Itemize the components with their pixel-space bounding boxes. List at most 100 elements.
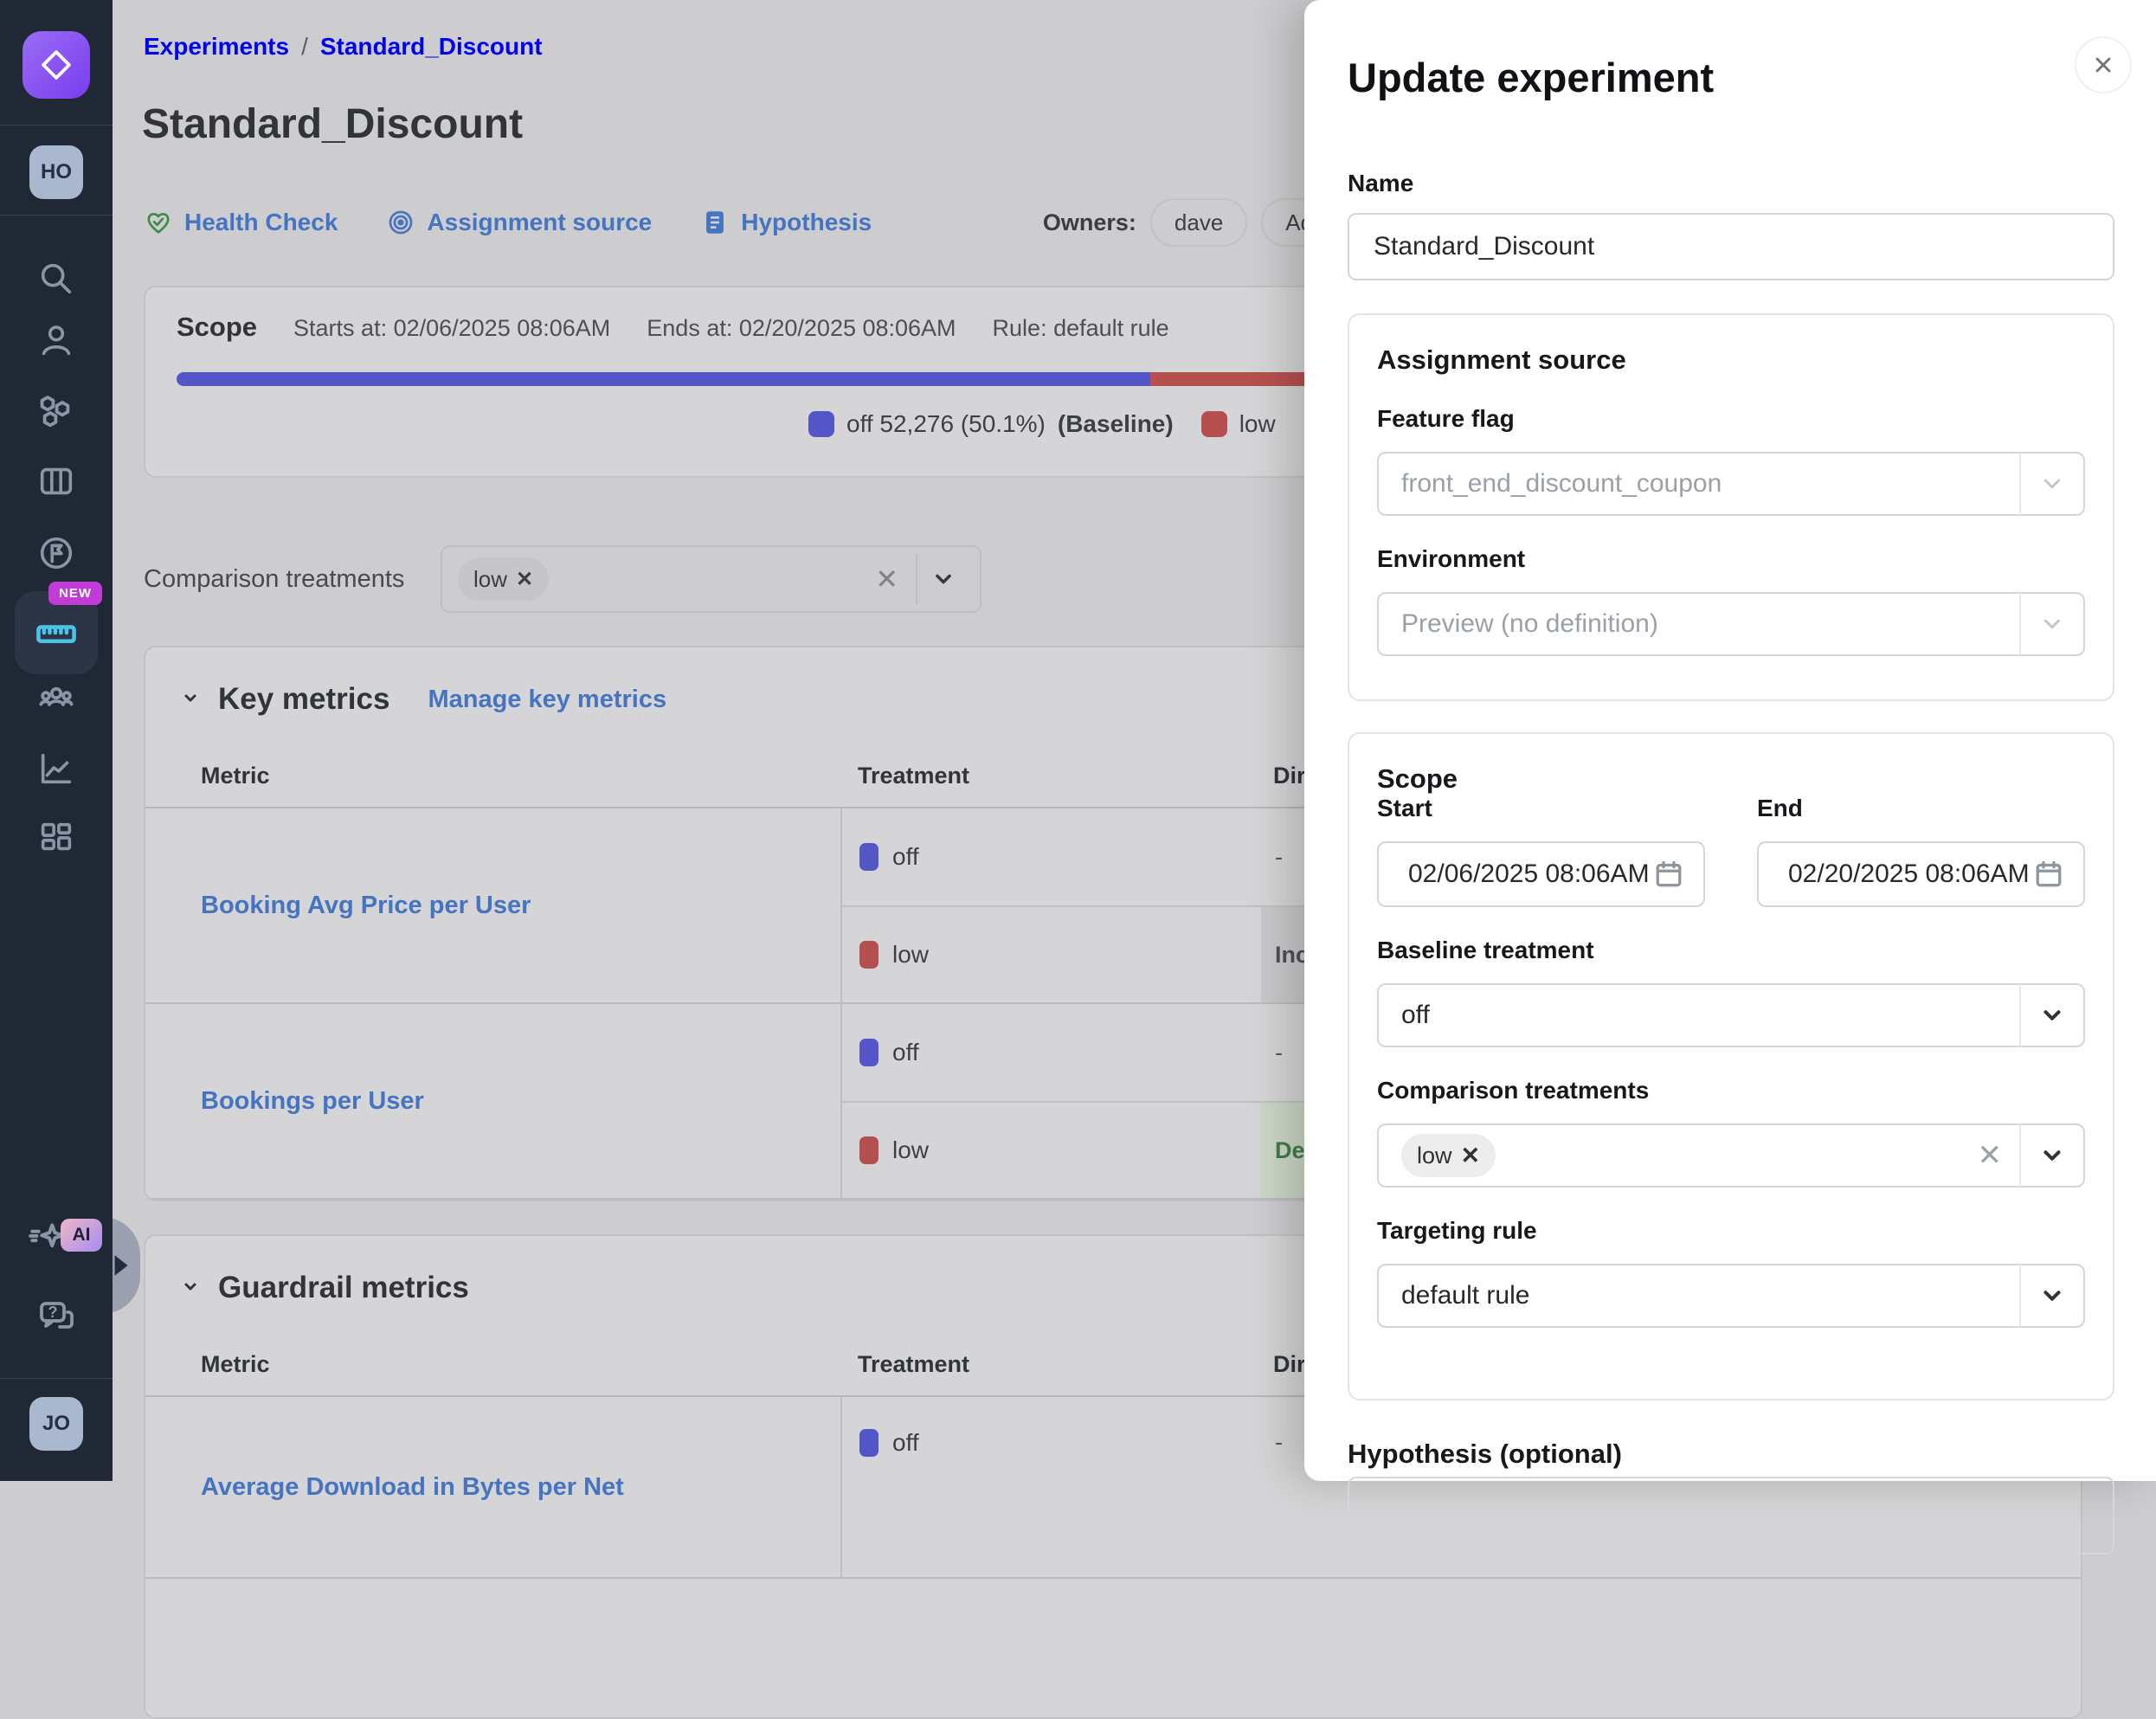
chevron-down-icon[interactable] [2021,1002,2083,1028]
assignment-source-section: Assignment source Feature flag front_end… [1348,313,2114,701]
scope-title: Scope [177,312,257,343]
ai-badge: AI [61,1219,102,1252]
calendar-icon [2033,859,2064,890]
treatment-swatch-off [859,843,878,871]
treatment-chip-low[interactable]: low ✕ [458,557,549,601]
flag-icon[interactable] [35,531,78,575]
sidebar-divider [0,215,113,216]
sidebar-divider [0,125,113,126]
chevron-down-icon[interactable] [2021,471,2083,497]
panel-title: Update experiment [1348,54,1714,101]
hypothesis-input[interactable] [1348,1477,2114,1555]
chip-label: low [1417,1143,1452,1169]
bar-segment-off [177,372,1150,386]
metric-link[interactable]: Average Download in Bytes per Net [201,1473,624,1502]
health-check-link[interactable]: Health Check [144,208,338,237]
chevron-down-icon[interactable] [923,567,964,591]
comparison-treatments-label: Comparison treatments [144,565,441,594]
metric-link[interactable]: Bookings per User [201,1087,424,1116]
manage-key-metrics-link[interactable]: Manage key metrics [428,686,666,714]
environment-select[interactable]: Preview (no definition) [1377,592,2085,656]
start-label: Start [1377,795,1705,822]
col-treatment: Treatment [840,1351,1259,1378]
legend-baseline-tag: (Baseline) [1058,410,1174,438]
chevron-down-icon[interactable] [2021,1283,2083,1309]
chevron-down-icon[interactable] [2021,611,2083,637]
app-logo[interactable] [23,31,90,99]
close-button[interactable] [2075,36,2132,93]
legend-swatch-off [808,411,834,437]
start-date-input[interactable]: 02/06/2025 08:06AM [1377,841,1705,907]
chat-help-icon[interactable]: ? [35,1295,78,1338]
baseline-treatment-select[interactable]: off [1377,983,2085,1047]
line-chart-icon[interactable] [35,747,78,790]
breadcrumb-current[interactable]: Standard_Discount [320,33,543,61]
treatment-swatch-low [859,1136,878,1164]
user-icon[interactable] [35,319,78,362]
hypothesis-link[interactable]: Hypothesis [700,208,872,237]
baseline-treatment-label: Baseline treatment [1377,937,2085,964]
svg-text:?: ? [48,1304,58,1321]
feature-flag-label: Feature flag [1377,405,2085,433]
columns-icon[interactable] [35,460,78,503]
chevron-down-icon[interactable] [2021,1143,2083,1169]
legend-swatch-low [1201,411,1227,437]
environment-value: Preview (no definition) [1401,609,2019,639]
hypothesis-optional-label: Hypothesis (optional) [1348,1439,1622,1470]
chip-remove-icon[interactable]: ✕ [516,567,533,592]
select-clear-icon[interactable]: ✕ [1960,1138,2020,1173]
assignment-source-label: Assignment source [427,209,652,236]
comparison-treatments-select[interactable]: low ✕ ✕ [1377,1123,2085,1188]
environment-label: Environment [1377,545,2085,573]
treatment-chip-low[interactable]: low ✕ [1401,1134,1496,1177]
legend-item-low: low [1201,410,1276,438]
search-icon[interactable] [35,257,78,300]
user-avatar[interactable]: JO [29,1397,83,1451]
hexagons-icon[interactable] [35,389,78,432]
breadcrumb: Experiments / Standard_Discount [144,33,543,61]
scope-starts-at: Starts at: 02/06/2025 08:06AM [293,315,610,342]
targeting-rule-select[interactable]: default rule [1377,1264,2085,1328]
health-check-label: Health Check [184,209,338,236]
end-label: End [1757,795,2085,822]
scope-rule: Rule: default rule [993,315,1169,342]
end-date-input[interactable]: 02/20/2025 08:06AM [1757,841,2085,907]
collapse-chevron-icon[interactable] [180,1276,201,1301]
treatment-swatch-off [859,1039,878,1066]
chip-remove-icon[interactable]: ✕ [1461,1143,1481,1169]
baseline-treatment-value: off [1401,1001,2019,1030]
close-icon [2091,53,2115,77]
treatment-name: low [892,941,929,969]
col-metric: Metric [145,763,840,789]
owner-pill[interactable]: dave [1150,198,1247,247]
target-icon [386,208,415,237]
workspace-avatar[interactable]: HO [29,145,83,199]
logo-icon [37,46,75,84]
col-treatment: Treatment [840,763,1259,789]
metric-link[interactable]: Booking Avg Price per User [201,892,531,920]
dashboard-icon[interactable] [35,816,78,860]
key-metrics-title: Key metrics [218,682,389,717]
breadcrumb-experiments[interactable]: Experiments [144,33,289,61]
start-date-value: 02/06/2025 08:06AM [1408,860,1653,889]
comparison-treatments-select[interactable]: low ✕ ✕ [441,545,981,613]
treatment-name: low [892,1136,929,1164]
end-date-value: 02/20/2025 08:06AM [1788,860,2033,889]
ruler-icon [34,610,79,655]
breadcrumb-separator: / [301,33,308,61]
select-clear-icon[interactable]: ✕ [863,563,911,596]
feature-flag-value: front_end_discount_coupon [1401,469,2019,499]
sidebar-divider [0,1378,113,1379]
update-experiment-panel: Update experiment Name Standard_Discount… [1304,0,2156,1481]
feature-flag-select[interactable]: front_end_discount_coupon [1377,452,2085,516]
assignment-source-heading: Assignment source [1377,344,2085,376]
document-icon [700,208,730,237]
name-input[interactable]: Standard_Discount [1348,213,2114,280]
legend-label-off: off 52,276 (50.1%) [846,410,1046,438]
new-badge: NEW [48,582,102,605]
comparison-treatments-label: Comparison treatments [1377,1077,2085,1104]
people-icon[interactable] [35,678,78,721]
assignment-source-link[interactable]: Assignment source [386,208,652,237]
collapse-chevron-icon[interactable] [180,687,201,712]
heart-check-icon [144,208,173,237]
